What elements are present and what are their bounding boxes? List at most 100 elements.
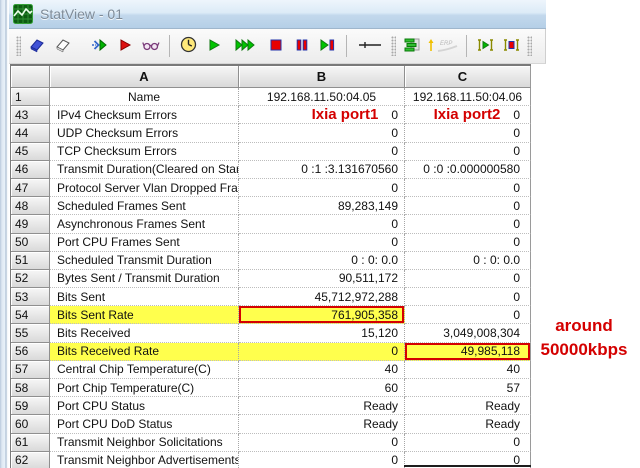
row-number-52[interactable]: 52 xyxy=(11,270,50,288)
name-cell-row-44[interactable]: UDP Checksum Errors xyxy=(50,124,239,142)
value-cell-c-row-61[interactable]: 0 xyxy=(405,434,531,452)
value-cell-b-row-61[interactable]: 0 xyxy=(239,434,405,452)
name-cell-row-58[interactable]: Port Chip Temperature(C) xyxy=(50,379,239,397)
value-cell-c-row-46[interactable]: 0 :0 :0.000000580 xyxy=(405,161,531,179)
row-number-54[interactable]: 54 xyxy=(11,306,50,324)
name-cell-row-59[interactable]: Port CPU Status xyxy=(50,397,239,415)
row-number-51[interactable]: 51 xyxy=(11,252,50,270)
value-cell-c-row-1[interactable]: 192.168.11.50:04.06 xyxy=(405,88,531,106)
stop-button[interactable] xyxy=(264,34,288,58)
pause-button[interactable] xyxy=(290,34,314,58)
clear-and-start-button[interactable] xyxy=(87,34,111,58)
row-number-1[interactable]: 1 xyxy=(11,88,50,106)
value-cell-b-row-47[interactable]: 0 xyxy=(239,179,405,197)
value-cell-c-row-47[interactable]: 0 xyxy=(405,179,531,197)
value-cell-b-row-54[interactable]: 761,905,358 xyxy=(239,306,405,324)
value-cell-c-row-44[interactable]: 0 xyxy=(405,124,531,142)
value-cell-b-row-53[interactable]: 45,712,972,288 xyxy=(239,288,405,306)
name-cell-row-1[interactable]: Name xyxy=(50,88,239,106)
red-marker-button[interactable] xyxy=(113,34,137,58)
column-header-c[interactable]: C xyxy=(405,66,531,88)
name-cell-row-53[interactable]: Bits Sent xyxy=(50,288,239,306)
value-cell-b-row-56[interactable]: 0 xyxy=(239,343,405,361)
name-cell-row-56[interactable]: Bits Received Rate xyxy=(50,343,239,361)
value-cell-c-row-51[interactable]: 0 : 0: 0.0 xyxy=(405,252,531,270)
row-number-44[interactable]: 44 xyxy=(11,124,50,142)
value-cell-b-row-51[interactable]: 0 : 0: 0.0 xyxy=(239,252,405,270)
name-cell-row-52[interactable]: Bytes Sent / Transmit Duration xyxy=(50,270,239,288)
row-number-57[interactable]: 57 xyxy=(11,361,50,379)
value-cell-b-row-60[interactable]: Ready xyxy=(239,415,405,433)
stacked-views-button[interactable] xyxy=(400,34,424,58)
name-cell-row-54[interactable]: Bits Sent Rate xyxy=(50,306,239,324)
title-bar[interactable]: StatView - 01 xyxy=(9,0,546,29)
row-number-45[interactable]: 45 xyxy=(11,143,50,161)
name-cell-row-62[interactable]: Transmit Neighbor Advertisements xyxy=(50,452,239,468)
value-cell-b-row-57[interactable]: 40 xyxy=(239,361,405,379)
value-cell-c-row-59[interactable]: Ready xyxy=(405,397,531,415)
value-cell-b-row-59[interactable]: Ready xyxy=(239,397,405,415)
glasses-view-button[interactable] xyxy=(139,34,163,58)
value-cell-b-row-55[interactable]: 15,120 xyxy=(239,324,405,342)
timeline-button[interactable] xyxy=(353,34,387,58)
value-cell-c-row-57[interactable]: 40 xyxy=(405,361,531,379)
jump-stop-button[interactable] xyxy=(499,34,523,58)
value-cell-b-row-48[interactable]: 89,283,149 xyxy=(239,197,405,215)
row-number-48[interactable]: 48 xyxy=(11,197,50,215)
jump-start-button[interactable] xyxy=(473,34,497,58)
row-number-46[interactable]: 46 xyxy=(11,161,50,179)
value-cell-b-row-58[interactable]: 60 xyxy=(239,379,405,397)
table-corner-cell[interactable] xyxy=(11,66,50,88)
row-number-60[interactable]: 60 xyxy=(11,415,50,433)
value-cell-c-row-50[interactable]: 0 xyxy=(405,234,531,252)
row-number-55[interactable]: 55 xyxy=(11,324,50,342)
name-cell-row-50[interactable]: Port CPU Frames Sent xyxy=(50,234,239,252)
value-cell-c-row-45[interactable]: 0 xyxy=(405,143,531,161)
row-number-59[interactable]: 59 xyxy=(11,397,50,415)
value-cell-b-row-62[interactable]: 0 xyxy=(239,452,405,468)
name-cell-row-47[interactable]: Protocol Server Vlan Dropped Frames xyxy=(50,179,239,197)
name-cell-row-51[interactable]: Scheduled Transmit Duration xyxy=(50,252,239,270)
row-number-47[interactable]: 47 xyxy=(11,179,50,197)
value-cell-b-row-44[interactable]: 0 xyxy=(239,124,405,142)
play-button[interactable] xyxy=(202,34,226,58)
value-cell-c-row-60[interactable]: Ready xyxy=(405,415,531,433)
value-cell-b-row-52[interactable]: 90,511,172 xyxy=(239,270,405,288)
value-cell-c-row-58[interactable]: 57 xyxy=(405,379,531,397)
value-cell-b-row-1[interactable]: 192.168.11.50:04.05 xyxy=(239,88,405,106)
play-to-end-button[interactable] xyxy=(316,34,340,58)
value-cell-c-row-56[interactable]: 49,985,118 xyxy=(405,343,531,361)
value-cell-c-row-54[interactable]: 0 xyxy=(405,306,531,324)
row-number-49[interactable]: 49 xyxy=(11,215,50,233)
value-cell-b-row-46[interactable]: 0 :1 :3.131670560 xyxy=(239,161,405,179)
row-number-62[interactable]: 62 xyxy=(11,452,50,468)
name-cell-row-46[interactable]: Transmit Duration(Cleared on Start Tx) xyxy=(50,161,239,179)
name-cell-row-45[interactable]: TCP Checksum Errors xyxy=(50,143,239,161)
row-number-56[interactable]: 56 xyxy=(11,343,50,361)
column-header-a[interactable]: A xyxy=(50,66,239,88)
value-cell-c-row-52[interactable]: 0 xyxy=(405,270,531,288)
column-header-b[interactable]: B xyxy=(239,66,405,88)
value-cell-b-row-45[interactable]: 0 xyxy=(239,143,405,161)
name-cell-row-43[interactable]: IPv4 Checksum Errors xyxy=(50,106,239,124)
name-cell-row-49[interactable]: Asynchronous Frames Sent xyxy=(50,215,239,233)
clock-button[interactable] xyxy=(176,34,200,58)
value-cell-c-row-53[interactable]: 0 xyxy=(405,288,531,306)
name-cell-row-61[interactable]: Transmit Neighbor Solicitations xyxy=(50,434,239,452)
value-cell-b-row-50[interactable]: 0 xyxy=(239,234,405,252)
eraser-white-button[interactable] xyxy=(51,34,75,58)
value-cell-b-row-49[interactable]: 0 xyxy=(239,215,405,233)
value-cell-b-row-43[interactable]: Ixia port10 xyxy=(239,106,405,124)
eraser-blue-button[interactable] xyxy=(25,34,49,58)
row-number-50[interactable]: 50 xyxy=(11,234,50,252)
row-number-58[interactable]: 58 xyxy=(11,379,50,397)
name-cell-row-57[interactable]: Central Chip Temperature(C) xyxy=(50,361,239,379)
name-cell-row-48[interactable]: Scheduled Frames Sent xyxy=(50,197,239,215)
fast-forward-button[interactable] xyxy=(228,34,262,58)
value-cell-c-row-55[interactable]: 3,049,008,304 xyxy=(405,324,531,342)
value-cell-c-row-43[interactable]: Ixia port20 xyxy=(405,106,531,124)
erp-upload-button[interactable]: ERP xyxy=(426,34,460,58)
value-cell-c-row-48[interactable]: 0 xyxy=(405,197,531,215)
name-cell-row-60[interactable]: Port CPU DoD Status xyxy=(50,415,239,433)
row-number-53[interactable]: 53 xyxy=(11,288,50,306)
